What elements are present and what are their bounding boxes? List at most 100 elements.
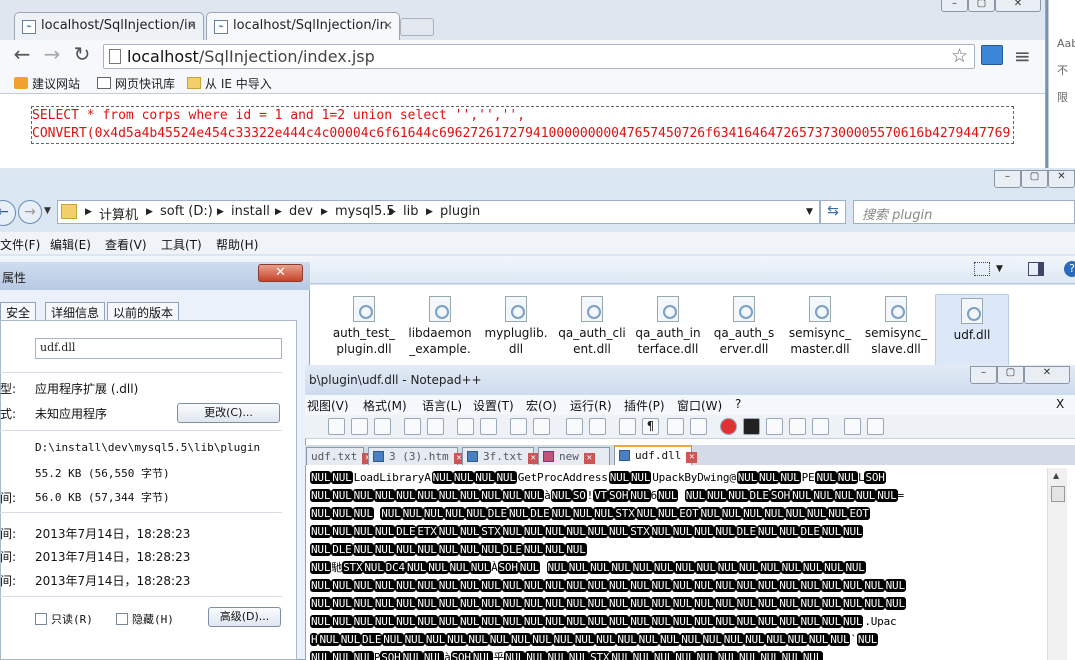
- zoom-in-icon[interactable]: [510, 418, 527, 435]
- bookmark-webslice[interactable]: 网页快讯库: [97, 75, 175, 92]
- bookmark-suggested-sites[interactable]: 建议网站: [14, 75, 80, 92]
- back-arrow-icon[interactable]: ←: [10, 43, 34, 67]
- file-item[interactable]: semisync_ slave.dll: [859, 293, 933, 365]
- refresh-icon[interactable]: ⇆: [820, 200, 846, 224]
- menu-language[interactable]: 语言(L): [422, 397, 462, 414]
- close-tab-icon[interactable]: ✕: [686, 452, 698, 463]
- tab-previous-versions[interactable]: 以前的版本: [107, 302, 180, 321]
- breadcrumb-install[interactable]: install: [231, 204, 270, 219]
- bookmark-star-icon[interactable]: ☆: [951, 45, 968, 67]
- file-item[interactable]: libdaemon _example.: [403, 293, 477, 365]
- undo-icon[interactable]: [404, 418, 421, 435]
- close-button[interactable]: ✕: [995, 0, 1041, 12]
- chevron-right-icon[interactable]: ▶: [275, 207, 282, 217]
- doc-tab-udf-txt[interactable]: udf.txt✕: [306, 447, 374, 465]
- language-icon[interactable]: [690, 418, 707, 435]
- breadcrumb-computer[interactable]: 计算机: [99, 204, 138, 223]
- readonly-checkbox[interactable]: 只读(R): [35, 611, 93, 627]
- preview-pane-icon[interactable]: [1028, 262, 1044, 276]
- maximize-button[interactable]: ▢: [968, 0, 995, 12]
- maximize-button[interactable]: ▢: [997, 366, 1024, 384]
- explorer-address-bar[interactable]: ▶ 计算机 ▶ soft (D:) ▶ install ▶ dev ▶ mysq…: [57, 200, 820, 224]
- advanced-button[interactable]: 高级(D)...: [208, 607, 281, 627]
- close-button[interactable]: ✕: [1024, 366, 1070, 384]
- browser-tab-2[interactable]: ⌁ localhost/SqlInjection/in ×: [206, 12, 400, 40]
- close-tab-icon[interactable]: ×: [383, 18, 393, 32]
- new-tab-button[interactable]: [400, 18, 434, 36]
- redo-icon[interactable]: [427, 418, 444, 435]
- play-macro-icon[interactable]: [766, 418, 783, 435]
- menu-tools[interactable]: 工具(T): [161, 236, 202, 253]
- run-macro-multiple-icon[interactable]: [789, 418, 806, 435]
- doc-tab-udf-dll[interactable]: udf.dll ✕: [614, 445, 698, 465]
- save-macro-icon[interactable]: [812, 418, 829, 435]
- menu-macro[interactable]: 宏(O): [526, 397, 557, 414]
- menu-view[interactable]: 视图(V): [307, 397, 349, 414]
- sync-horizontal-icon[interactable]: [589, 418, 606, 435]
- file-item[interactable]: qa_auth_s erver.dll: [707, 293, 781, 365]
- bookmark-import-ie[interactable]: 从 IE 中导入: [187, 75, 272, 92]
- breadcrumb-plugin[interactable]: plugin: [440, 204, 480, 219]
- file-item[interactable]: qa_auth_in terface.dll: [631, 293, 705, 365]
- file-name-field[interactable]: udf.dll: [35, 338, 282, 359]
- indent-guide-icon[interactable]: [667, 418, 684, 435]
- menu-file[interactable]: 文件(F): [0, 236, 40, 253]
- record-macro-icon[interactable]: [720, 418, 737, 435]
- close-tab-icon[interactable]: ×: [187, 18, 197, 32]
- file-item[interactable]: auth_test_ plugin.dll: [327, 293, 401, 365]
- minimize-button[interactable]: –: [994, 170, 1021, 188]
- chevron-right-icon[interactable]: ▶: [85, 207, 92, 217]
- sync-vertical-icon[interactable]: [566, 418, 583, 435]
- browser-tab-1[interactable]: ⌁ localhost/SqlInjection/in ×: [14, 12, 204, 40]
- doc-tab-htm[interactable]: 3 (3).htm ✕: [368, 447, 465, 465]
- copy-icon[interactable]: [351, 418, 368, 435]
- menu-edit[interactable]: 编辑(E): [50, 236, 91, 253]
- breadcrumb-mysql[interactable]: mysql5.5: [335, 204, 395, 219]
- close-button[interactable]: ✕: [1048, 170, 1075, 188]
- doc-tab-3f-txt[interactable]: 3f.txt ✕: [462, 447, 539, 465]
- open-folder-icon[interactable]: [844, 418, 861, 435]
- help-icon[interactable]: ?: [1064, 261, 1075, 277]
- show-all-chars-icon[interactable]: ¶: [642, 418, 659, 435]
- minimize-button[interactable]: –: [970, 366, 997, 384]
- address-dropdown-icon[interactable]: ▼: [806, 207, 813, 217]
- maximize-button[interactable]: ▢: [1021, 170, 1048, 188]
- file-item-selected[interactable]: udf.dll: [935, 294, 1009, 366]
- hidden-checkbox[interactable]: 隐藏(H): [116, 611, 174, 627]
- doc-tab-new[interactable]: new ✕: [538, 447, 610, 465]
- minimize-button[interactable]: –: [941, 0, 968, 12]
- chevron-right-icon[interactable]: ▶: [389, 207, 396, 217]
- replace-icon[interactable]: [480, 418, 497, 435]
- file-item[interactable]: semisync_ master.dll: [783, 293, 857, 365]
- forward-arrow-icon[interactable]: →: [18, 200, 42, 224]
- chevron-right-icon[interactable]: ▶: [321, 207, 328, 217]
- notepad-editor[interactable]: NUL NUL LoadLibraryA NUL NUL NUL NUL GetProcAdd…: [306, 468, 1046, 660]
- find-icon[interactable]: [457, 418, 474, 435]
- tab-details[interactable]: 详细信息: [45, 302, 106, 321]
- view-options-icon[interactable]: [974, 262, 990, 276]
- extension-icon[interactable]: [981, 45, 1003, 65]
- explorer-search-input[interactable]: 搜索 plugin: [853, 200, 1075, 224]
- tab-security[interactable]: 安全: [0, 302, 37, 321]
- menu-help[interactable]: 帮助(H): [216, 236, 258, 253]
- menu-icon[interactable]: ≡: [1014, 44, 1031, 68]
- menu-window[interactable]: 窗口(W): [677, 397, 722, 414]
- zoom-out-icon[interactable]: [533, 418, 550, 435]
- scrollbar-thumb[interactable]: [1051, 486, 1065, 502]
- menu-settings[interactable]: 设置(T): [473, 397, 514, 414]
- reload-icon[interactable]: ↻: [70, 43, 94, 67]
- close-button[interactable]: ✕: [258, 264, 303, 282]
- menu-view[interactable]: 查看(V): [105, 236, 147, 253]
- breadcrumb-lib[interactable]: lib: [403, 204, 418, 219]
- cut-icon[interactable]: [328, 418, 345, 435]
- file-item[interactable]: mypluglib. dll: [479, 293, 553, 365]
- close-document-icon[interactable]: X: [1056, 397, 1064, 411]
- address-bar[interactable]: localhost/SqlInjection/index.jsp ☆: [103, 44, 975, 69]
- breadcrumb-drive[interactable]: soft (D:): [160, 204, 213, 219]
- chevron-right-icon[interactable]: ▶: [217, 207, 224, 217]
- menu-run[interactable]: 运行(R): [570, 397, 612, 414]
- menu-help[interactable]: ?: [735, 397, 741, 411]
- breadcrumb-dev[interactable]: dev: [289, 204, 313, 219]
- menu-plugins[interactable]: 插件(P): [624, 397, 665, 414]
- scroll-up-icon[interactable]: ▲: [1053, 471, 1059, 480]
